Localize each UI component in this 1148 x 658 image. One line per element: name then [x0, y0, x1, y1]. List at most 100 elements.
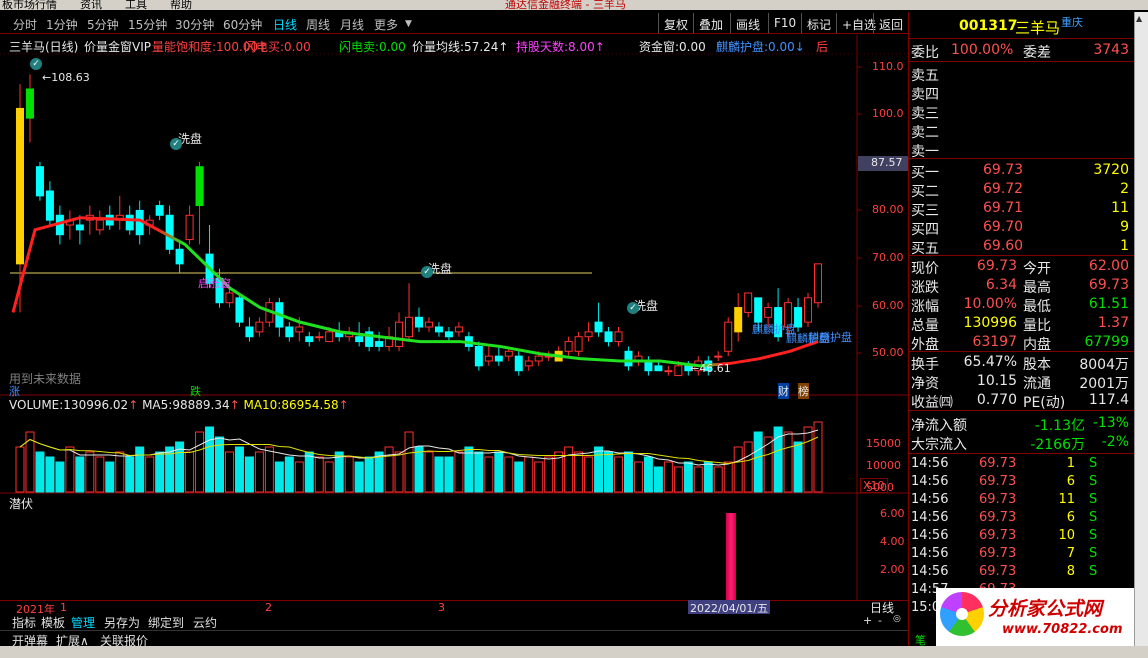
bid-row[interactable]: 买二 69.72 2	[909, 180, 1135, 200]
volume-bar	[444, 456, 454, 493]
candle-body	[125, 214, 134, 231]
extra-tabs: 开弹幕 扩展∧ 关联报价	[0, 630, 908, 648]
candle-body	[624, 350, 633, 367]
logo-cn: 分析家公式网	[988, 598, 1103, 620]
tab-indicator[interactable]: 指标	[12, 614, 36, 631]
tab-template[interactable]: 模板	[41, 614, 65, 631]
candle-body	[405, 316, 414, 338]
flow-row: 大宗流入 -2166万 -2%	[911, 434, 1129, 453]
volume-bar	[45, 456, 55, 493]
volume-bar	[434, 456, 444, 493]
candle-body	[305, 336, 314, 343]
candle-body	[474, 345, 483, 367]
volume-bar	[55, 461, 65, 493]
volume-bar	[643, 456, 653, 493]
candle-body	[355, 336, 364, 343]
volume-bar	[653, 466, 663, 493]
volume-bar	[264, 446, 274, 493]
volume-bar	[793, 441, 803, 493]
tick-row: 14:56 69.73 7 S	[911, 546, 1098, 561]
volume-bar	[633, 461, 643, 493]
candle-body	[25, 88, 34, 119]
wash-check-icon: ✓	[627, 302, 639, 314]
candle-body	[584, 331, 593, 338]
volume-bar	[723, 461, 733, 493]
scroll-up-icon[interactable]: ▲	[1136, 14, 1146, 24]
stat2-row: 收益㈣ 0.770 PE(动) 117.4	[911, 392, 1129, 411]
candle-body	[674, 365, 683, 377]
tab-save-as[interactable]: 另存为	[104, 614, 140, 631]
volume-bar	[584, 456, 594, 493]
candle-body	[325, 331, 334, 343]
candle-body	[35, 166, 44, 197]
tab-bind[interactable]: 绑定到	[148, 614, 184, 631]
volume-bar	[234, 446, 244, 493]
zoom-in-button[interactable]: +	[863, 614, 872, 627]
candle-body	[744, 292, 753, 313]
sub-tick: 2.00	[880, 563, 905, 576]
bang-marker[interactable]: 榜	[798, 383, 809, 399]
bid-row[interactable]: 买三 69.71 11	[909, 199, 1135, 219]
price-tick: 60.00	[872, 299, 904, 312]
candle-body	[75, 224, 84, 231]
volume-bar	[753, 431, 763, 493]
flow-row: 净流入额 -1.13亿 -13%	[911, 415, 1129, 434]
volume-bar	[504, 456, 514, 493]
candle-body	[734, 307, 743, 333]
candle-body	[315, 336, 324, 339]
vertical-scrollbar[interactable]: ▲	[1134, 12, 1148, 646]
volume-bar	[534, 461, 544, 493]
stat-row: 涨幅 10.00% 最低 61.51	[911, 296, 1129, 315]
candle-body	[564, 341, 573, 352]
bid-row[interactable]: 买一 69.73 3720	[909, 161, 1135, 181]
stat2-row: 换手 65.47% 股本 8004万	[911, 354, 1129, 373]
stat-row: 外盘 63197 内盘 67799	[911, 334, 1129, 353]
ask-row[interactable]: 卖五	[909, 64, 1135, 84]
volume-bar	[324, 461, 334, 493]
ask-row[interactable]: 卖一	[909, 140, 1135, 160]
bid-row[interactable]: 买五 69.60 1	[909, 237, 1135, 257]
cai-marker[interactable]: 财	[778, 383, 789, 399]
volume-bar	[594, 446, 604, 493]
volume-bar	[344, 456, 354, 493]
volume-bar	[524, 456, 534, 493]
candle-body	[285, 326, 294, 338]
stat-row: 涨跌 6.34 最高 69.73	[911, 277, 1129, 296]
status-bar	[0, 646, 1148, 658]
ask-row[interactable]: 卖二	[909, 121, 1135, 141]
volume-bar	[65, 446, 75, 493]
candle-body	[764, 307, 773, 318]
stock-name: 三羊马	[1015, 19, 1061, 37]
settings-icon[interactable]: ◎	[893, 614, 901, 624]
tab-manage[interactable]: 管理	[71, 614, 95, 631]
price-tick: 70.00	[872, 251, 904, 264]
tab-cloud[interactable]: 云约	[193, 614, 217, 631]
volume-bar	[574, 451, 584, 493]
candle-body	[185, 214, 194, 241]
volume-bar	[294, 461, 304, 493]
volume-bar	[514, 461, 524, 493]
ask-row[interactable]: 卖四	[909, 83, 1135, 103]
sub-tick: 6.00	[880, 507, 905, 520]
volume-bars	[15, 421, 823, 493]
bid-row[interactable]: 买四 69.70 9	[909, 218, 1135, 238]
candle-body	[235, 297, 244, 323]
kline-chart[interactable]	[0, 0, 908, 614]
volume-tick: 15000	[866, 437, 901, 450]
volume-bar	[663, 461, 673, 493]
sub-indicator-title[interactable]: 潜伏	[9, 495, 33, 512]
stat-row: 现价 69.73 今开 62.00	[911, 258, 1129, 277]
date-axis: 2021年 1 2 3 2022/04/01/五 日线	[0, 600, 908, 616]
candle-body	[295, 326, 304, 333]
zoom-out-button[interactable]: -	[878, 614, 882, 627]
volume-bar	[414, 446, 424, 493]
tick-row: 14:56 69.73 6 S	[911, 510, 1098, 525]
candle-body	[534, 355, 543, 362]
volume-bar	[474, 451, 484, 493]
ask-row[interactable]: 卖三	[909, 102, 1135, 122]
stock-region[interactable]: 重庆	[1061, 14, 1083, 30]
pinwheel-center	[956, 608, 968, 620]
volume-bar	[75, 456, 85, 493]
candle-body	[604, 331, 613, 343]
candle-body	[395, 321, 404, 347]
